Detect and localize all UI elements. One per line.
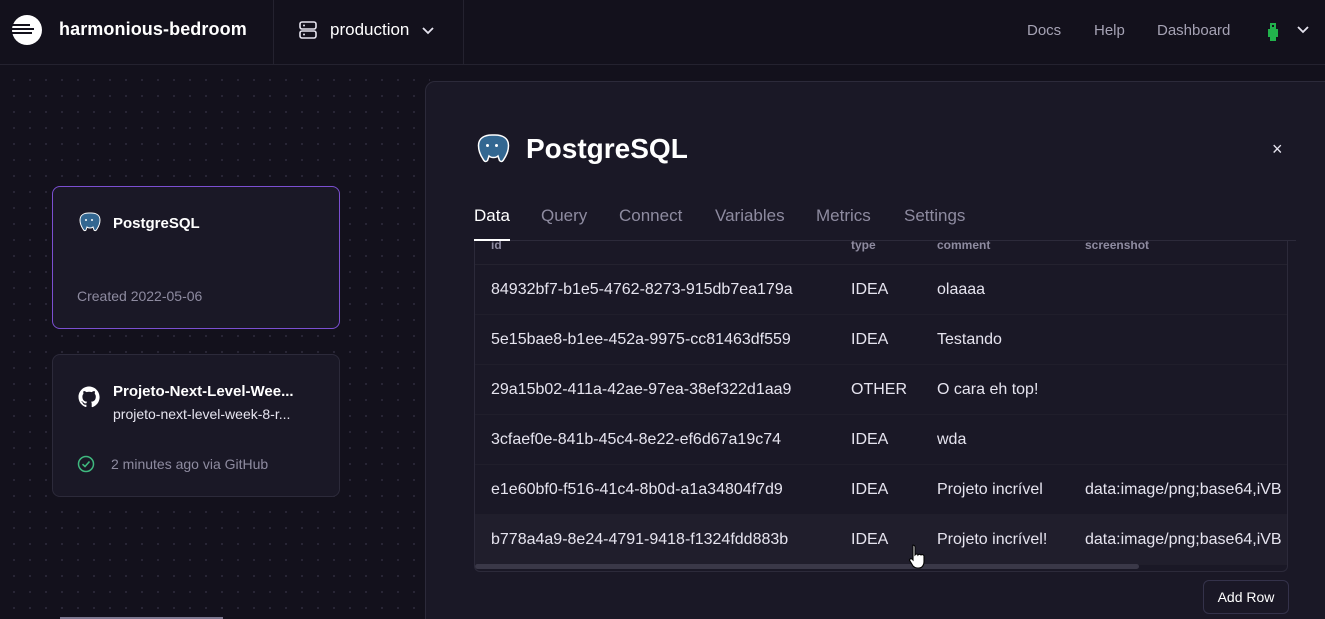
- column-header[interactable]: id: [491, 241, 502, 252]
- table-row[interactable]: e1e60bf0-f516-41c4-8b0d-a1a34804f7d9 IDE…: [475, 465, 1287, 515]
- table-row[interactable]: 3cfaef0e-841b-45c4-8e22-ef6d67a19c74 IDE…: [475, 415, 1287, 465]
- chevron-down-icon: [422, 27, 435, 35]
- server-icon: [299, 21, 317, 39]
- tab-data[interactable]: Data: [474, 206, 510, 241]
- hand-cursor-icon: [909, 544, 925, 569]
- environment-switcher[interactable]: production: [298, 18, 435, 42]
- tab-variables[interactable]: Variables: [715, 206, 785, 241]
- table-row[interactable]: 84932bf7-b1e5-4762-8273-915db7ea179a IDE…: [475, 265, 1287, 315]
- cell-type[interactable]: IDEA: [851, 331, 888, 349]
- table-row[interactable]: 5e15bae8-b1ee-452a-9975-cc81463df559 IDE…: [475, 315, 1287, 365]
- created-date: Created 2022-05-06: [77, 288, 203, 304]
- tab-settings[interactable]: Settings: [904, 206, 965, 241]
- cell-id[interactable]: e1e60bf0-f516-41c4-8b0d-a1a34804f7d9: [491, 481, 783, 499]
- repo-name: projeto-next-level-week-8-r...: [113, 406, 291, 422]
- cell-comment[interactable]: Projeto incrível: [937, 481, 1043, 499]
- tab-bar: Data Query Connect Variables Metrics Set…: [474, 206, 1296, 241]
- close-button[interactable]: ×: [1272, 140, 1283, 158]
- railway-logo-icon[interactable]: [11, 14, 43, 46]
- cell-type[interactable]: IDEA: [851, 481, 888, 499]
- environment-label: production: [330, 20, 410, 39]
- card-title: PostgreSQL: [113, 215, 200, 232]
- check-circle-icon: [77, 455, 95, 473]
- cell-comment[interactable]: olaaaa: [937, 281, 985, 299]
- divider: [463, 0, 464, 65]
- panel-title: PostgreSQL: [526, 133, 688, 164]
- tab-query[interactable]: Query: [541, 206, 587, 241]
- column-header[interactable]: type: [851, 241, 876, 252]
- github-icon: [78, 386, 100, 408]
- cell-comment[interactable]: O cara eh top!: [937, 381, 1038, 399]
- postgresql-icon: [79, 212, 101, 232]
- column-header[interactable]: screenshot: [1085, 241, 1149, 252]
- column-header[interactable]: comment: [937, 241, 990, 252]
- service-card[interactable]: Projeto-Next-Level-Wee... projeto-next-l…: [52, 354, 340, 497]
- postgres-card[interactable]: PostgreSQL Created 2022-05-06: [52, 186, 340, 329]
- divider: [273, 0, 274, 65]
- chevron-down-icon[interactable]: [1296, 22, 1310, 36]
- top-bar: harmonious-bedroom production Docs Help …: [0, 0, 1325, 65]
- cell-screenshot[interactable]: data:image/png;base64,iVB: [1085, 531, 1282, 549]
- tab-connect[interactable]: Connect: [619, 206, 682, 241]
- cell-id[interactable]: 29a15b02-411a-42ae-97ea-38ef322d1aa9: [491, 381, 791, 399]
- cell-type[interactable]: IDEA: [851, 281, 888, 299]
- cell-id[interactable]: b778a4a9-8e24-4791-9418-f1324fdd883b: [491, 531, 788, 549]
- cell-comment[interactable]: wda: [937, 431, 966, 449]
- tab-metrics[interactable]: Metrics: [816, 206, 871, 241]
- table-header: id type comment screenshot: [475, 241, 1287, 265]
- table-row[interactable]: 29a15b02-411a-42ae-97ea-38ef322d1aa9 OTH…: [475, 365, 1287, 415]
- cell-type[interactable]: IDEA: [851, 531, 888, 549]
- docs-link[interactable]: Docs: [1027, 22, 1061, 39]
- deploy-status: 2 minutes ago via GitHub: [111, 456, 269, 472]
- service-panel: PostgreSQL × Data Query Connect Variable…: [425, 81, 1325, 619]
- cell-id[interactable]: 3cfaef0e-841b-45c4-8e22-ef6d67a19c74: [491, 431, 781, 449]
- add-row-button[interactable]: Add Row: [1203, 580, 1289, 614]
- service-title: Projeto-Next-Level-Wee...: [113, 383, 294, 400]
- cell-type[interactable]: IDEA: [851, 431, 888, 449]
- project-canvas[interactable]: PostgreSQL Created 2022-05-06 Projeto-Ne…: [0, 66, 430, 619]
- cell-comment[interactable]: Testando: [937, 331, 1002, 349]
- table-row[interactable]: b778a4a9-8e24-4791-9418-f1324fdd883b IDE…: [475, 515, 1287, 565]
- project-name[interactable]: harmonious-bedroom: [59, 19, 247, 40]
- cell-type[interactable]: OTHER: [851, 381, 907, 399]
- cell-id[interactable]: 5e15bae8-b1ee-452a-9975-cc81463df559: [491, 331, 791, 349]
- postgresql-icon: [477, 134, 510, 163]
- horizontal-scrollbar[interactable]: [475, 564, 1139, 569]
- avatar[interactable]: [1266, 22, 1280, 42]
- data-table[interactable]: id type comment screenshot 84932bf7-b1e5…: [474, 241, 1288, 572]
- cell-comment[interactable]: Projeto incrível!: [937, 531, 1047, 549]
- help-link[interactable]: Help: [1094, 22, 1125, 39]
- dashboard-link[interactable]: Dashboard: [1157, 22, 1230, 39]
- cell-id[interactable]: 84932bf7-b1e5-4762-8273-915db7ea179a: [491, 281, 793, 299]
- cell-screenshot[interactable]: data:image/png;base64,iVB: [1085, 481, 1282, 499]
